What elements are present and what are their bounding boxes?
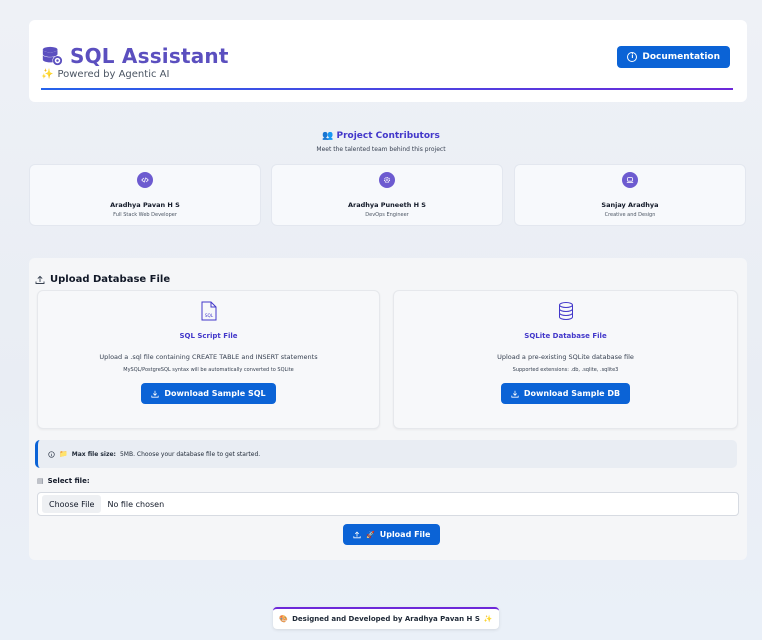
footer-credit: 🎨 Designed and Developed by Aradhya Pava… — [273, 607, 499, 629]
upload-file-button[interactable]: 🚀 Upload File — [343, 524, 441, 545]
app-title: SQL Assistant — [70, 44, 229, 68]
documentation-label: Documentation — [642, 52, 720, 62]
sparkles-icon: ✨ — [483, 615, 493, 623]
subtitle-text: Powered by Agentic AI — [57, 69, 170, 80]
info-icon — [48, 450, 55, 458]
database-icon — [42, 46, 63, 66]
db-option-note: Supported extensions: .db, .sqlite, .sql… — [512, 367, 619, 373]
contributor-card: Sanjay Aradhya Creative and Design — [514, 164, 746, 226]
db-option-title: SQLite Database File — [524, 332, 607, 340]
upload-section: Upload Database File SQL SQL Script File… — [29, 258, 747, 560]
select-file-label: ▤ Select file: — [37, 477, 90, 485]
contributor-role: DevOps Engineer — [365, 212, 409, 218]
contributor-role: Full Stack Web Developer — [113, 212, 177, 218]
app-subtitle: ✨ Powered by Agentic AI — [41, 69, 169, 80]
download-icon — [511, 390, 519, 398]
contributor-name: Aradhya Pavan H S — [110, 201, 180, 209]
sql-file-icon: SQL — [201, 301, 216, 321]
download-sample-sql-button[interactable]: Download Sample SQL — [141, 383, 276, 404]
contributors-subtitle: Meet the talented team behind this proje… — [316, 146, 446, 153]
documentation-button[interactable]: i Documentation — [617, 46, 730, 68]
rocket-icon: 🚀 — [366, 530, 375, 539]
upload-icon — [35, 275, 45, 284]
file-size-info: 📁 Max file size: 5MB. Choose your databa… — [35, 440, 737, 468]
sqlite-db-option: SQLite Database File Upload a pre-existi… — [393, 290, 738, 429]
contributor-role: Creative and Design — [604, 212, 656, 218]
footer-text: Designed and Developed by Aradhya Pavan … — [292, 615, 480, 623]
choose-file-button[interactable]: Choose File — [42, 495, 102, 513]
upload-heading: Upload Database File — [35, 274, 170, 285]
contributor-card: Aradhya Puneeth H S DevOps Engineer — [271, 164, 503, 226]
database-icon — [558, 302, 573, 321]
file-input[interactable]: Choose File No file chosen — [37, 492, 739, 516]
file-icon: ▤ — [37, 477, 44, 485]
header-card: SQL Assistant ✨ Powered by Agentic AI i … — [29, 20, 747, 102]
contributor-name: Aradhya Puneeth H S — [347, 201, 426, 209]
users-icon: 👥 — [322, 131, 334, 141]
download-sample-db-button[interactable]: Download Sample DB — [500, 383, 631, 404]
upload-icon — [353, 531, 361, 538]
svg-text:SQL: SQL — [204, 313, 213, 318]
db-option-description: Upload a pre-existing SQLite database fi… — [497, 353, 634, 361]
sql-script-option: SQL SQL Script File Upload a .sql file c… — [37, 290, 380, 429]
info-icon: i — [627, 52, 638, 62]
laptop-icon — [622, 172, 638, 188]
gear-icon — [379, 172, 395, 188]
sql-option-title: SQL Script File — [179, 332, 238, 340]
brand: SQL Assistant — [41, 44, 229, 68]
folder-icon: 📁 — [59, 450, 68, 458]
file-status: No file chosen — [107, 499, 165, 509]
sparkles-icon: ✨ — [41, 69, 54, 80]
contributor-name: Sanjay Aradhya — [601, 201, 659, 209]
sql-option-description: Upload a .sql file containing CREATE TAB… — [99, 353, 318, 361]
contributor-card: Aradhya Pavan H S Full Stack Web Develop… — [29, 164, 261, 226]
palette-icon: 🎨 — [279, 615, 289, 623]
code-icon — [137, 172, 153, 188]
info-bold: Max file size: — [71, 450, 116, 458]
contributors-title: 👥 Project Contributors — [322, 131, 440, 141]
download-icon — [151, 390, 159, 398]
sql-option-note: MySQL/PostgreSQL syntax will be automati… — [123, 367, 294, 373]
info-text: 5MB. Choose your database file to get st… — [119, 450, 261, 458]
header-divider — [41, 88, 733, 90]
